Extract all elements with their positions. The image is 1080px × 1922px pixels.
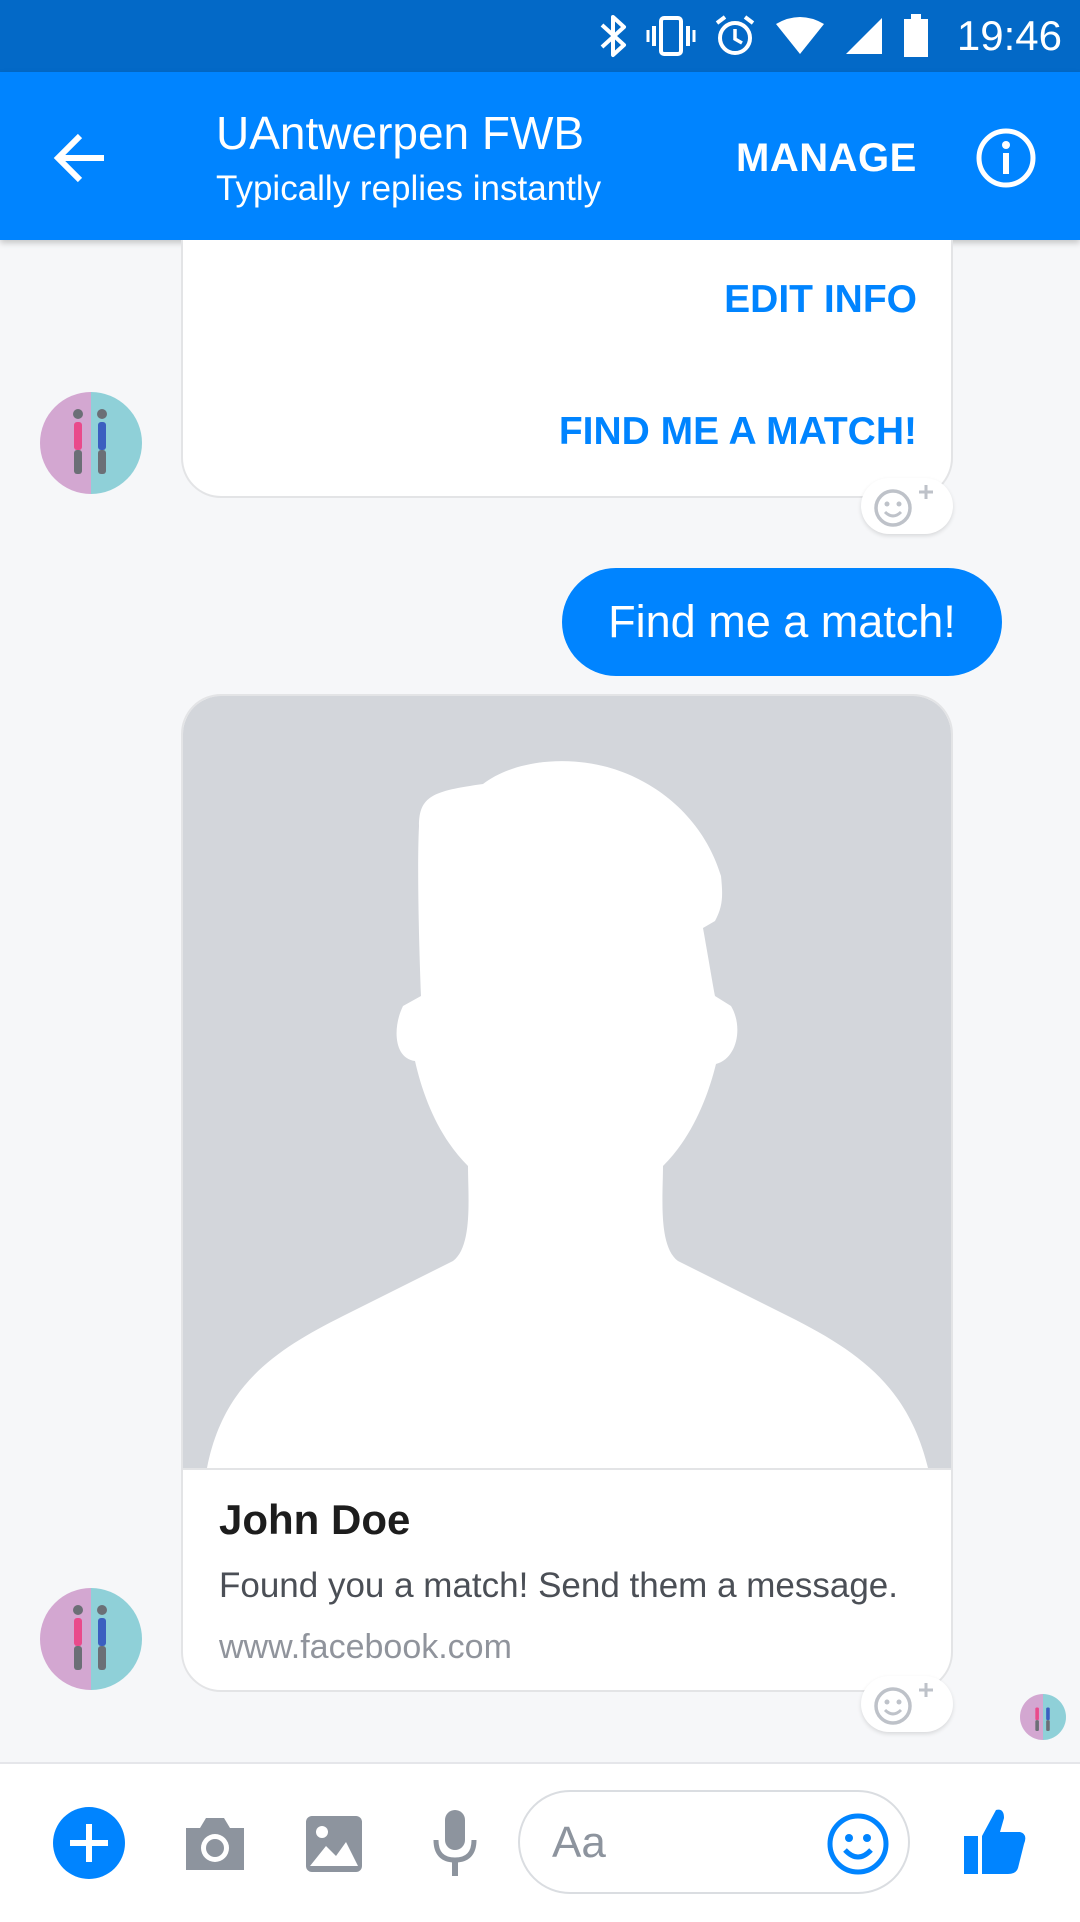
find-me-a-match-button[interactable]: FIND ME A MATCH! xyxy=(559,410,917,454)
voice-button[interactable] xyxy=(432,1808,478,1885)
status-time: 19:46 xyxy=(956,12,1062,59)
message-input-container[interactable] xyxy=(518,1790,910,1894)
battery-icon xyxy=(904,14,928,57)
conversation-subtitle: Typically replies instantly xyxy=(216,169,602,208)
reaction-button[interactable] xyxy=(861,1676,953,1732)
signal-icon xyxy=(846,18,882,54)
vibrate-icon xyxy=(646,16,696,56)
plus-icon xyxy=(53,1807,125,1879)
camera-icon xyxy=(186,1818,244,1870)
couple-logo-icon xyxy=(40,392,142,494)
emoji-button[interactable] xyxy=(826,1812,890,1876)
match-url[interactable]: www.facebook.com xyxy=(219,1628,512,1667)
reaction-button[interactable] xyxy=(861,478,953,534)
bluetooth-icon xyxy=(600,15,626,57)
add-reaction-icon xyxy=(874,1683,933,1725)
camera-button[interactable] xyxy=(182,1814,248,1879)
conversation-header: UAntwerpen FWB Typically replies instant… xyxy=(0,72,1080,240)
composer-bar xyxy=(0,1762,1080,1922)
bot-avatar[interactable] xyxy=(40,1588,142,1690)
add-reaction-icon xyxy=(874,485,933,527)
match-description: Found you a match! Send them a message. xyxy=(219,1566,898,1605)
couple-logo-icon xyxy=(1020,1694,1066,1740)
wifi-icon xyxy=(776,17,824,54)
match-name: John Doe xyxy=(219,1496,411,1543)
emoji-icon xyxy=(827,1813,889,1875)
microphone-icon xyxy=(433,1810,477,1876)
couple-logo-icon xyxy=(40,1588,142,1690)
info-button[interactable] xyxy=(974,126,1038,190)
arrow-left-icon xyxy=(53,133,104,183)
status-icons xyxy=(598,10,930,62)
bot-avatar[interactable] xyxy=(40,392,142,494)
message-input[interactable] xyxy=(550,1814,804,1872)
edit-info-button[interactable]: EDIT INFO xyxy=(724,278,917,322)
back-button[interactable] xyxy=(52,130,112,186)
seen-indicator-avatar xyxy=(1020,1694,1066,1740)
like-button[interactable] xyxy=(962,1806,1028,1881)
bot-button-card: EDIT INFO FIND ME A MATCH! xyxy=(181,240,953,498)
person-silhouette-icon xyxy=(207,761,928,1468)
alarm-icon xyxy=(715,15,755,55)
conversation-title[interactable]: UAntwerpen FWB xyxy=(216,106,584,160)
profile-placeholder-image[interactable] xyxy=(183,696,951,1470)
match-card[interactable]: John Doe Found you a match! Send them a … xyxy=(181,694,953,1692)
image-icon xyxy=(306,1816,362,1872)
info-icon xyxy=(976,128,1036,188)
outgoing-message[interactable]: Find me a match! xyxy=(562,568,1002,676)
manage-button[interactable]: MANAGE xyxy=(736,134,917,182)
gallery-button[interactable] xyxy=(304,1814,364,1879)
thumbs-up-icon xyxy=(964,1809,1026,1874)
more-actions-button[interactable] xyxy=(52,1806,126,1885)
status-bar: 19:46 xyxy=(0,0,1080,72)
